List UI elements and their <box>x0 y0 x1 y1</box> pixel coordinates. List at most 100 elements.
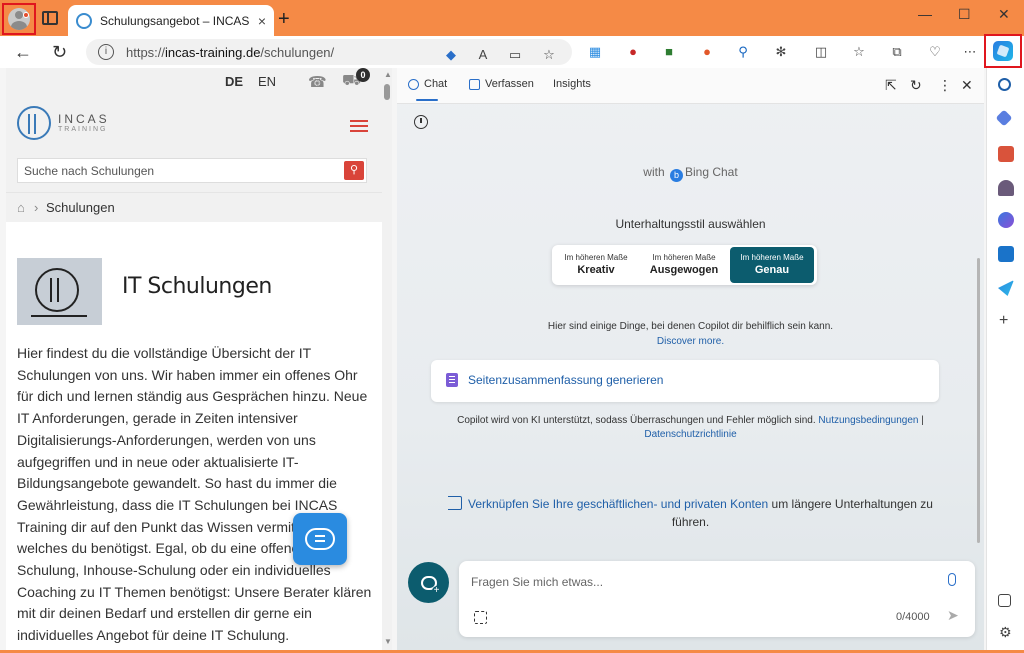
site-search-box[interactable]: Suche nach Schulungen ⚲ <box>17 158 367 183</box>
new-topic-icon <box>420 575 442 596</box>
discover-more-link[interactable]: Discover more. <box>397 336 984 347</box>
tab-insights[interactable]: Insights <box>553 78 591 90</box>
sign-in-icon <box>448 496 462 510</box>
site-search-button[interactable]: ⚲ <box>344 161 364 180</box>
copilot-button[interactable] <box>984 34 1022 68</box>
m365-icon[interactable] <box>998 212 1014 228</box>
scroll-up-icon[interactable]: ▲ <box>384 70 392 79</box>
send-icon[interactable] <box>998 280 1014 296</box>
privacy-link[interactable]: Datenschutzrichtlinie <box>644 429 736 440</box>
site-search-input[interactable]: Suche nach Schulungen <box>24 164 154 178</box>
page-title: IT Schulungen <box>122 274 272 299</box>
edge-sidebar: + ⚙ <box>986 68 1024 653</box>
extension-red-icon[interactable]: ● <box>624 43 642 61</box>
copilot-header: Chat Verfassen Insights ⇱ ↻ ⋮ ✕ <box>397 68 984 104</box>
conversation-style-switch: Im höheren Maße Kreativ Im höheren Maße … <box>552 245 817 285</box>
address-bar[interactable]: i https://incas-training.de/schulungen/ … <box>86 39 572 65</box>
tab-actions-icon[interactable] <box>42 11 58 25</box>
outlook-icon[interactable] <box>998 246 1014 262</box>
terms-link[interactable]: Nutzungsbedingungen <box>818 415 918 426</box>
close-panel-icon[interactable]: ✕ <box>961 77 973 94</box>
chat-widget-button[interactable] <box>293 513 347 565</box>
panel-more-icon[interactable]: ⋮ <box>938 77 952 94</box>
send-icon[interactable]: ➤ <box>947 607 959 624</box>
favorites-icon[interactable]: ☆ <box>850 43 868 61</box>
refresh-panel-icon[interactable]: ↻ <box>910 77 922 94</box>
connect-accounts-link[interactable]: Verknüpfen Sie Ihre geschäftlichen- und … <box>468 497 768 511</box>
home-icon[interactable]: ⌂ <box>17 200 25 215</box>
lang-en-link[interactable]: EN <box>258 74 276 89</box>
toolbox-icon[interactable] <box>998 146 1014 162</box>
sidebar-layout-icon[interactable] <box>998 594 1011 607</box>
favorite-star-icon[interactable]: ☆ <box>540 46 558 64</box>
hero-image <box>17 258 102 325</box>
page-scrollbar[interactable] <box>382 68 392 650</box>
image-scan-icon[interactable] <box>474 611 487 624</box>
style-option-kreativ[interactable]: Im höheren Maße Kreativ <box>554 247 638 283</box>
health-icon[interactable]: ♡ <box>926 43 944 61</box>
history-icon[interactable] <box>414 115 428 129</box>
incas-logo-icon[interactable] <box>17 106 51 140</box>
minimize-button[interactable]: — <box>918 6 932 22</box>
chat-input[interactable] <box>471 571 941 593</box>
duckduckgo-icon[interactable]: ● <box>698 43 716 61</box>
back-icon[interactable]: ← <box>14 42 32 63</box>
phone-icon[interactable]: ☎ <box>308 73 327 91</box>
tag-icon[interactable] <box>995 109 1013 127</box>
add-sidebar-app-icon[interactable]: + <box>999 312 1008 330</box>
split-screen-icon[interactable]: ◫ <box>812 43 830 61</box>
reader-mode-icon[interactable]: ▭ <box>506 46 524 64</box>
style-option-genau[interactable]: Im höheren Maße Genau <box>730 247 814 283</box>
copilot-panel: Chat Verfassen Insights ⇱ ↻ ⋮ ✕ with b Bi… <box>397 68 984 650</box>
extension-calendar-icon[interactable]: ▦ <box>586 43 604 61</box>
microphone-icon[interactable] <box>948 573 956 586</box>
browser-toolbar: ← ↻ i https://incas-training.de/schulung… <box>0 36 1024 68</box>
open-external-icon[interactable]: ⇱ <box>885 77 897 94</box>
title-bar: Schulungsangebot – INCAS Training × + — … <box>0 0 1024 36</box>
scroll-thumb[interactable] <box>384 84 390 100</box>
collections-icon[interactable]: ⧉ <box>888 43 906 61</box>
close-window-button[interactable]: ✕ <box>998 6 1010 23</box>
chat-icon <box>408 78 419 90</box>
web-page: DE EN ☎ ⛟ 0 INCAS TRAINING Suche nach Sc… <box>6 68 382 650</box>
bing-icon: b <box>669 169 683 182</box>
notification-dot <box>23 12 29 18</box>
panel-scrollbar[interactable] <box>977 258 980 543</box>
page-summary-button[interactable]: Seitenzusammenfassung generieren <box>431 360 939 402</box>
new-topic-button[interactable] <box>408 562 449 603</box>
style-option-ausgewogen[interactable]: Im höheren Maße Ausgewogen <box>642 247 726 283</box>
connect-accounts: Verknüpfen Sie Ihre geschäftlichen- und … <box>437 495 944 531</box>
breadcrumb: ⌂ › Schulungen <box>6 192 382 222</box>
profile-button[interactable] <box>2 3 36 35</box>
scroll-down-icon[interactable]: ▼ <box>384 637 392 646</box>
copilot-icon <box>993 41 1013 61</box>
chat-input-box: 0/4000 ➤ <box>459 561 975 637</box>
read-aloud-icon[interactable]: A <box>474 46 492 64</box>
breadcrumb-separator: › <box>34 200 39 215</box>
new-tab-button[interactable]: + <box>278 8 290 31</box>
maximize-button[interactable]: ☐ <box>958 6 971 23</box>
settings-gear-icon[interactable]: ⚙ <box>999 624 1012 641</box>
info-icon[interactable]: i <box>98 44 114 60</box>
cart-badge: 0 <box>356 68 370 82</box>
search-extension-icon[interactable]: ⚲ <box>734 43 752 61</box>
extensions-icon[interactable]: ✻ <box>772 43 790 61</box>
chess-icon[interactable] <box>998 180 1014 196</box>
more-icon[interactable]: ⋯ <box>961 43 979 61</box>
logo-text: INCAS <box>58 112 110 126</box>
tab-verfassen[interactable]: Verfassen <box>469 78 534 90</box>
page-summary-label: Seitenzusammenfassung generieren <box>468 373 664 387</box>
hero-logo-icon <box>35 268 79 312</box>
lang-de-link[interactable]: DE <box>225 74 243 89</box>
refresh-icon[interactable]: ↻ <box>52 42 67 63</box>
char-counter: 0/4000 <box>896 611 930 623</box>
tag-icon[interactable]: ◆ <box>442 46 460 64</box>
menu-icon[interactable] <box>350 120 368 132</box>
tab-close-button[interactable]: × <box>258 13 266 29</box>
tab-chat[interactable]: Chat <box>408 78 447 90</box>
breadcrumb-current: Schulungen <box>46 200 115 215</box>
browser-tab[interactable]: Schulungsangebot – INCAS Training × <box>68 5 274 36</box>
help-text: Hier sind einige Dinge, bei denen Copilo… <box>547 321 834 332</box>
search-icon[interactable] <box>998 78 1011 91</box>
extension-google-icon[interactable]: ■ <box>660 43 678 61</box>
